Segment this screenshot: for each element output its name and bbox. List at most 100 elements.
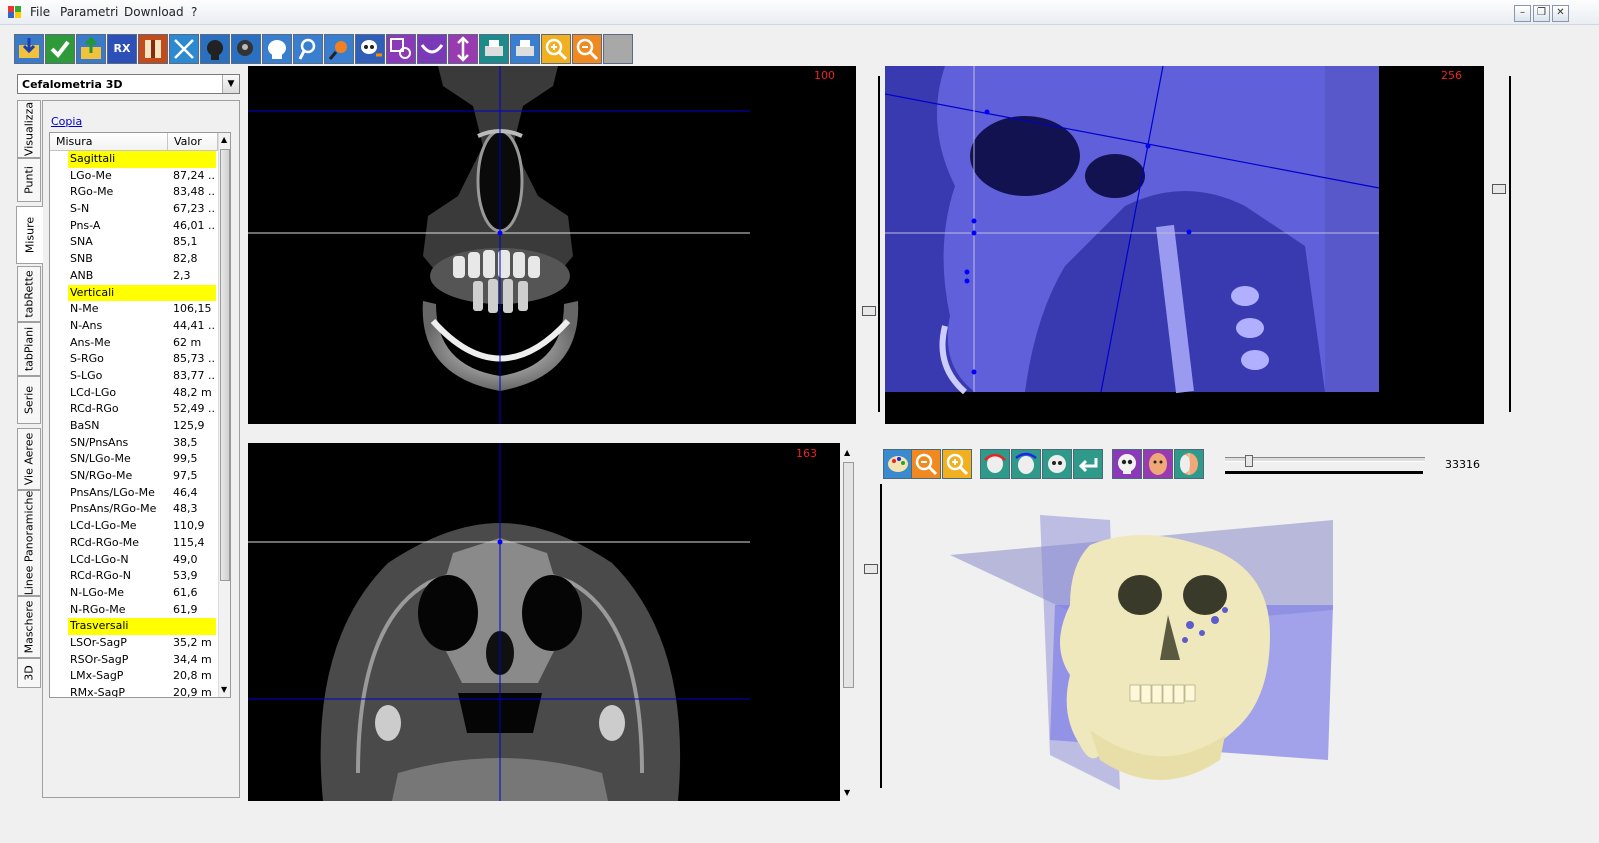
column-valore[interactable]: Valor xyxy=(168,133,218,150)
face-soft-icon[interactable] xyxy=(1143,449,1173,479)
blank-icon[interactable] xyxy=(603,34,633,64)
sagittal-slider-thumb[interactable] xyxy=(1492,184,1506,194)
search-head-icon[interactable] xyxy=(324,34,354,64)
volume-render-view[interactable] xyxy=(940,515,1340,795)
tab-visualizza[interactable]: Visualizza xyxy=(17,100,41,158)
axial-slice-slider[interactable] xyxy=(880,484,882,788)
table-row[interactable]: S-N 67,23 ... xyxy=(50,201,218,218)
coronal-slider-thumb[interactable] xyxy=(862,306,876,316)
table-row[interactable]: LCd-LGo-N 49,0 xyxy=(50,552,218,569)
tab-misure[interactable]: Misure xyxy=(16,206,43,264)
table-row[interactable]: LCd-LGo-Me 110,9 xyxy=(50,518,218,535)
expand-arrows-icon[interactable] xyxy=(169,34,199,64)
print-icon[interactable] xyxy=(510,34,540,64)
skull-export-icon[interactable] xyxy=(355,34,385,64)
scroll-up-icon[interactable]: ▲ xyxy=(844,448,850,457)
zoom-in-icon[interactable] xyxy=(541,34,571,64)
copy-link[interactable]: Copia xyxy=(51,115,82,128)
rx-icon[interactable]: RX xyxy=(107,34,137,64)
table-row[interactable]: N-LGo-Me 61,6 xyxy=(50,585,218,602)
menu-file[interactable]: File xyxy=(30,5,50,19)
table-row[interactable]: RCd-RGo-Me 115,4 xyxy=(50,535,218,552)
vertical-arrows-icon[interactable] xyxy=(448,34,478,64)
zoom-in-icon[interactable] xyxy=(942,449,972,479)
coronal-slice-slider[interactable] xyxy=(878,76,880,412)
table-row[interactable]: RGo-Me 83,48 ... xyxy=(50,184,218,201)
head-profile-icon[interactable] xyxy=(200,34,230,64)
close-button[interactable]: ✕ xyxy=(1552,5,1569,22)
table-row[interactable]: SN/RGo-Me 97,5 xyxy=(50,468,218,485)
group-row[interactable]: Sagittali xyxy=(50,151,218,168)
table-row[interactable]: RCd-RGo-N 53,9 xyxy=(50,568,218,585)
rotate-top-icon[interactable] xyxy=(1011,449,1041,479)
table-row[interactable]: Ans-Me 62 m xyxy=(50,335,218,352)
measurements-table[interactable]: Misura Valor Sagittali LGo-Me 87,24 ... RGo… xyxy=(49,132,231,698)
tab-tabrette[interactable]: tabRette xyxy=(17,266,41,322)
tab-tabpiani[interactable]: tabPiani xyxy=(17,322,41,376)
table-row[interactable]: PnsAns/RGo-Me 48,3 xyxy=(50,501,218,518)
table-row[interactable]: SNB 82,8 xyxy=(50,251,218,268)
tab-maschere[interactable]: Maschere xyxy=(17,596,41,658)
menu-help[interactable]: ? xyxy=(191,5,197,19)
tab-serie[interactable]: Serie xyxy=(17,376,41,424)
arch-icon[interactable] xyxy=(417,34,447,64)
maximize-button[interactable]: ❐ xyxy=(1533,5,1550,22)
table-row[interactable]: RMx-SagP 20,9 m xyxy=(50,685,218,697)
rotate-left-icon[interactable] xyxy=(980,449,1010,479)
table-row[interactable]: LSOr-SagP 35,2 m xyxy=(50,635,218,652)
table-row[interactable]: ANB 2,3 xyxy=(50,268,218,285)
table-row[interactable]: RCd-RGo 52,49 ... xyxy=(50,401,218,418)
skull-icon[interactable] xyxy=(1112,449,1142,479)
scroll-down-icon[interactable]: ▼ xyxy=(844,788,850,797)
threshold-slider-thumb[interactable] xyxy=(1244,455,1253,467)
book-icon[interactable] xyxy=(138,34,168,64)
threshold-slider[interactable] xyxy=(1225,455,1427,477)
table-row[interactable]: S-RGo 85,73 ... xyxy=(50,351,218,368)
table-row[interactable]: SN/LGo-Me 99,5 xyxy=(50,451,218,468)
axial-scroll-thumb[interactable] xyxy=(843,462,854,688)
axial-slider-thumb[interactable] xyxy=(864,564,878,574)
open-folder-icon[interactable] xyxy=(14,34,44,64)
group-row[interactable]: Trasversali xyxy=(50,618,218,635)
table-scrollbar[interactable]: ▲ ▼ xyxy=(218,133,230,697)
rotate-front-icon[interactable] xyxy=(1042,449,1072,479)
table-scroll-thumb[interactable] xyxy=(220,149,230,581)
table-row[interactable]: PnsAns/LGo-Me 46,4 xyxy=(50,485,218,502)
marker-icon[interactable] xyxy=(293,34,323,64)
head-side-icon[interactable] xyxy=(231,34,261,64)
undo-arrow-icon[interactable] xyxy=(1073,449,1103,479)
menu-parametri[interactable]: Parametri xyxy=(60,5,118,19)
tab-punti[interactable]: Punti xyxy=(17,158,41,202)
zoom-out-icon[interactable] xyxy=(911,449,941,479)
export-folder-icon[interactable] xyxy=(76,34,106,64)
group-row[interactable]: Verticali xyxy=(50,284,218,302)
confirm-check-icon[interactable] xyxy=(45,34,75,64)
sagittal-slice-slider[interactable] xyxy=(1509,76,1511,412)
sagittal-view[interactable]: 256 xyxy=(885,66,1484,424)
minimize-button[interactable]: – xyxy=(1514,5,1531,22)
table-row[interactable]: RSOr-SagP 34,4 m xyxy=(50,652,218,669)
column-misura[interactable]: Misura xyxy=(50,133,168,150)
table-row[interactable]: S-LGo 83,77 ... xyxy=(50,368,218,385)
table-row[interactable]: SNA 85,1 xyxy=(50,234,218,251)
skull-head-icon[interactable] xyxy=(262,34,292,64)
chevron-down-icon[interactable]: ▼ xyxy=(222,75,239,93)
table-row[interactable]: LCd-LGo 48,2 m xyxy=(50,385,218,402)
axial-view[interactable]: 163 xyxy=(248,443,840,801)
table-row[interactable]: N-Me 106,15 xyxy=(50,301,218,318)
grid-search-icon[interactable] xyxy=(386,34,416,64)
table-row[interactable]: N-Ans 44,41 ... xyxy=(50,318,218,335)
table-row[interactable]: BaSN 125,9 xyxy=(50,418,218,435)
coronal-view[interactable]: 100 xyxy=(248,66,856,424)
scroll-down-icon[interactable]: ▼ xyxy=(221,685,227,694)
print-preview-icon[interactable] xyxy=(479,34,509,64)
table-row[interactable]: LGo-Me 87,24 ... xyxy=(50,168,218,185)
zoom-out-icon[interactable] xyxy=(572,34,602,64)
axial-scrollbar[interactable]: ▲ ▼ xyxy=(842,448,855,798)
menu-download[interactable]: Download xyxy=(124,5,184,19)
table-row[interactable]: SN/PnsAns 38,5 xyxy=(50,435,218,452)
analysis-type-select[interactable]: Cefalometria 3D ▼ xyxy=(17,74,240,94)
tab-3d[interactable]: 3D xyxy=(17,658,41,688)
face-mixed-icon[interactable] xyxy=(1174,449,1204,479)
table-row[interactable]: N-RGo-Me 61,9 xyxy=(50,602,218,619)
